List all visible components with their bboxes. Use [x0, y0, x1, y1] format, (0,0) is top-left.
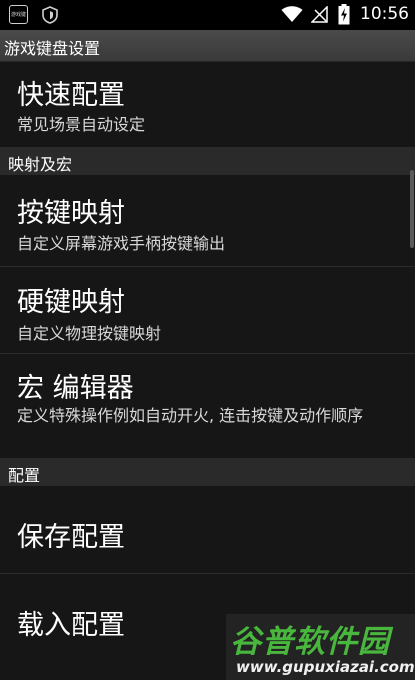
- settings-list: 快速配置 常见场景自动设定 映射及宏 按键映射 自定义屏幕游戏手柄按键输出 硬键…: [0, 62, 415, 680]
- hard-key-mapping-item[interactable]: 硬键映射 自定义物理按键映射: [0, 267, 415, 354]
- scrollbar[interactable]: [410, 170, 414, 248]
- section-header-mapping-label: 映射及宏: [8, 155, 73, 174]
- quick-config-title: 快速配置: [17, 80, 125, 111]
- quick-config-item[interactable]: 快速配置 常见场景自动设定: [0, 62, 415, 148]
- macro-editor-title: 宏 编辑器: [17, 373, 134, 404]
- macro-editor-summary: 定义特殊操作例如自动开火, 连击按键及动作顺序: [17, 406, 364, 425]
- quick-config-summary: 常见场景自动设定: [17, 115, 146, 134]
- macro-editor-item[interactable]: 宏 编辑器 定义特殊操作例如自动开火, 连击按键及动作顺序: [0, 354, 415, 459]
- hard-key-mapping-title: 硬键映射: [17, 287, 125, 318]
- wifi-icon: [281, 6, 303, 22]
- key-mapping-title: 按键映射: [17, 198, 125, 229]
- section-header-config: 配置: [0, 459, 415, 486]
- section-header-config-label: 配置: [8, 466, 41, 485]
- save-config-title: 保存配置: [17, 522, 125, 553]
- key-mapping-item[interactable]: 按键映射 自定义屏幕游戏手柄按键输出: [0, 175, 415, 267]
- clock: 10:56: [360, 4, 409, 24]
- load-config-title: 载入配置: [17, 610, 125, 641]
- watermark-logo: 谷普软件园: [230, 624, 390, 660]
- key-mapping-summary: 自定义屏幕游戏手柄按键输出: [17, 234, 226, 253]
- app-icon-label: 游戏键: [10, 12, 26, 18]
- watermark-url: www.gupuxiazai.com: [236, 658, 415, 676]
- section-header-mapping: 映射及宏: [0, 148, 415, 175]
- title-bar: 游戏键盘设置: [0, 30, 415, 62]
- battery-charging-icon: [338, 4, 350, 25]
- app-icon: 游戏键: [9, 5, 28, 24]
- watermark: 谷普软件园 www.gupuxiazai.com: [226, 614, 415, 680]
- hard-key-mapping-summary: 自定义物理按键映射: [17, 324, 162, 343]
- shield-icon: [42, 6, 58, 24]
- save-config-item[interactable]: 保存配置: [0, 486, 415, 574]
- page-title: 游戏键盘设置: [4, 39, 101, 58]
- status-bar: 游戏键 10:56: [0, 0, 415, 30]
- no-signal-icon: [311, 6, 328, 23]
